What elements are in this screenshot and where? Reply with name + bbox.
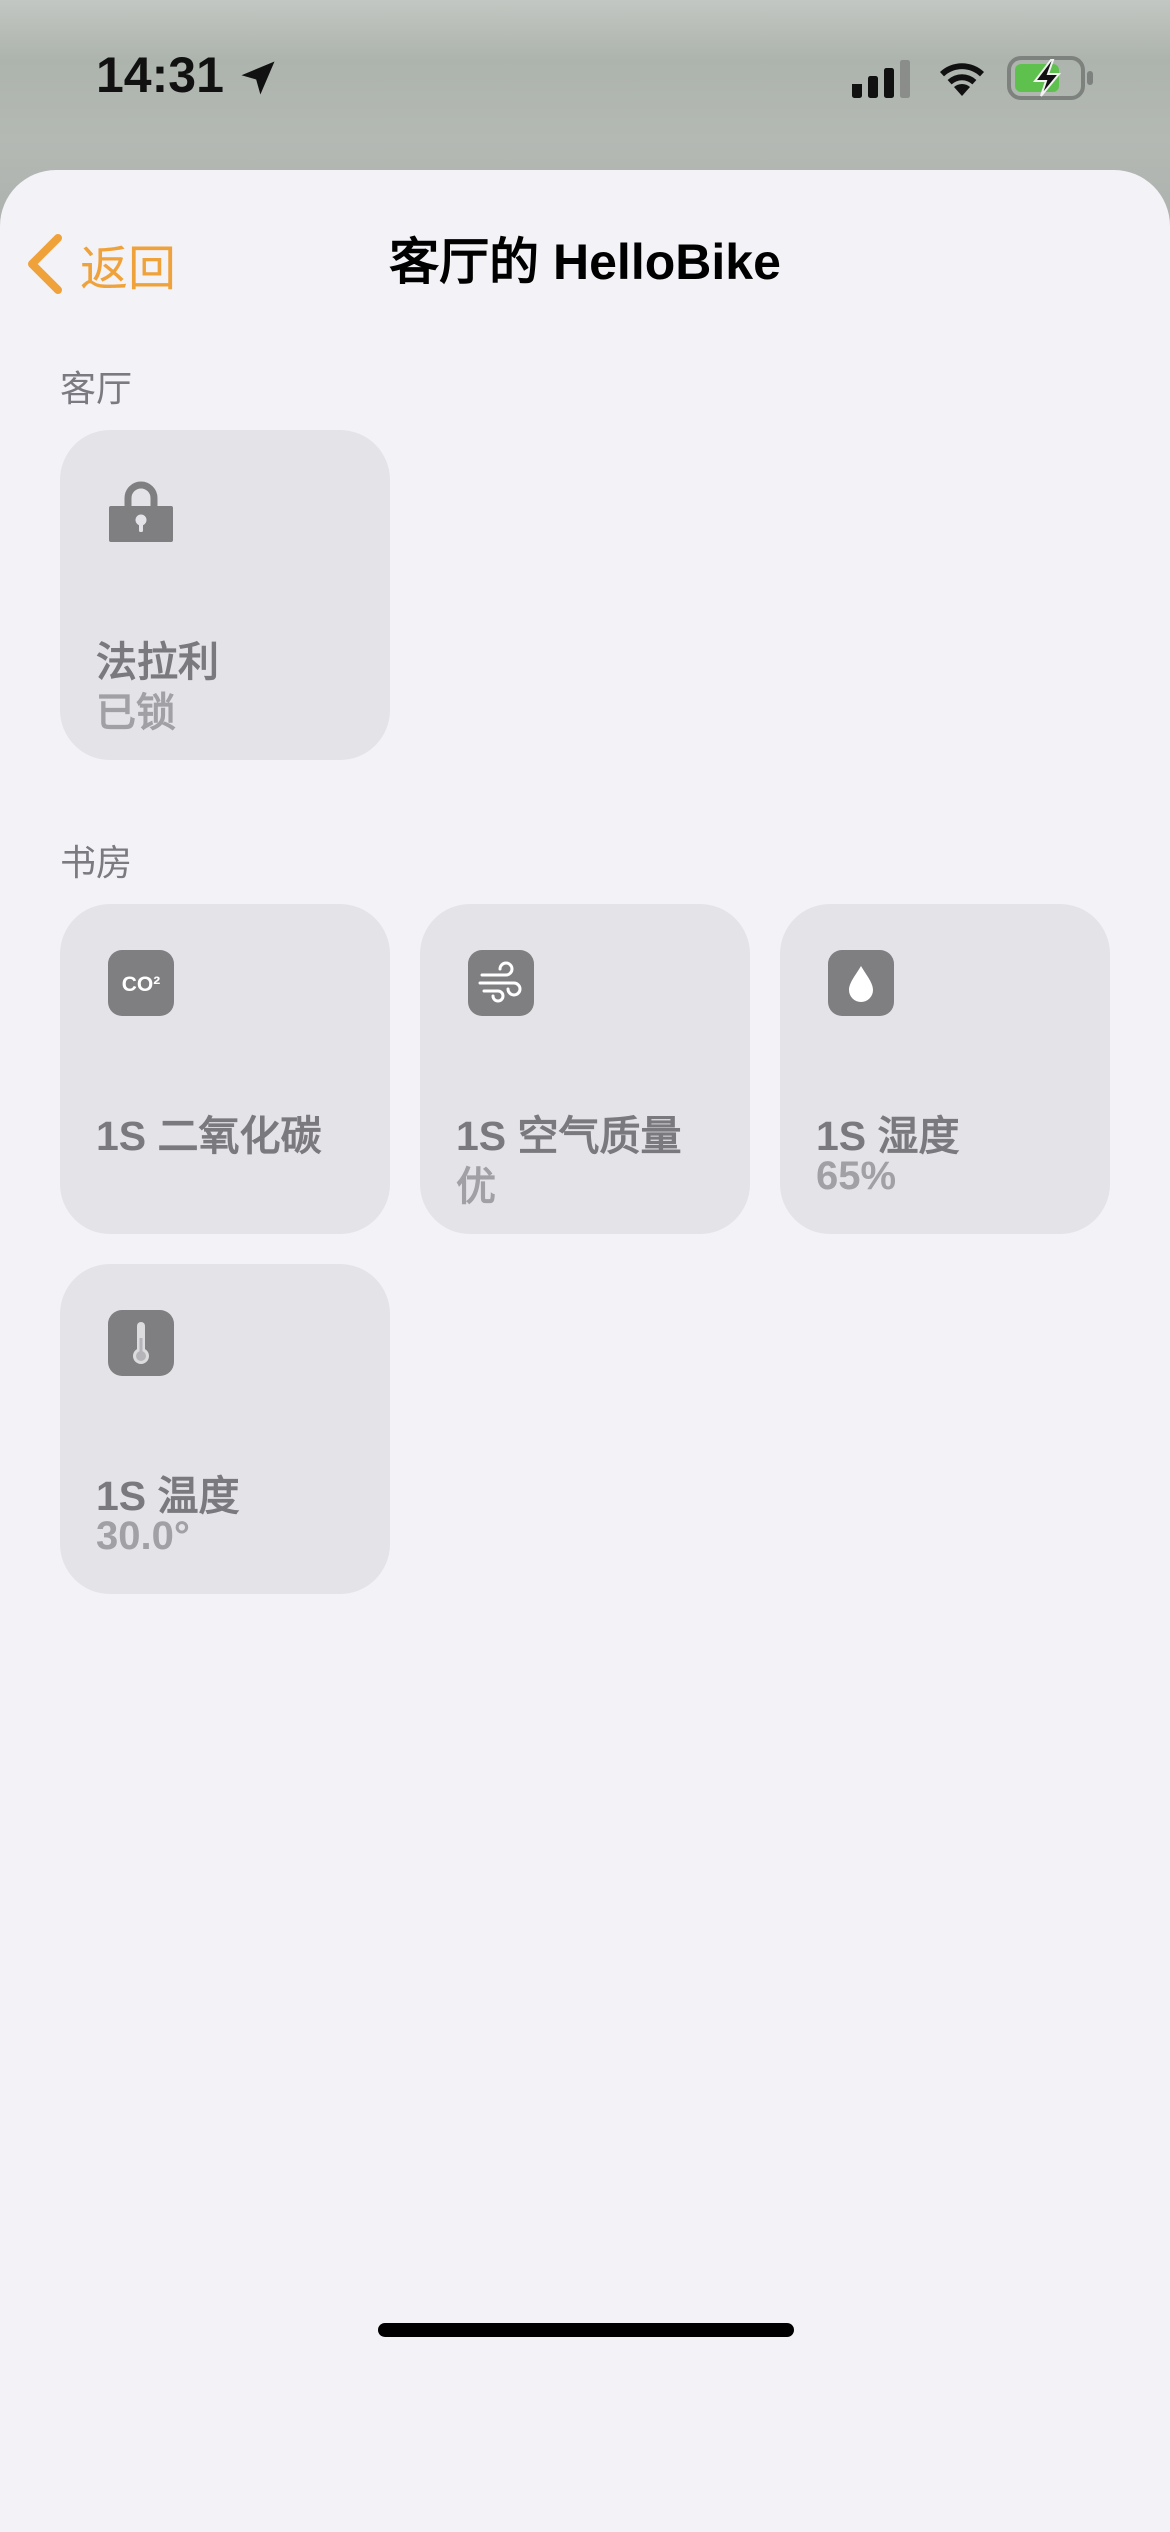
accessory-tile-co2[interactable]: CO² 1S 二氧化碳: [60, 904, 390, 1234]
accessory-tile-air-quality[interactable]: 1S 空气质量 优: [420, 904, 750, 1234]
tile-name: 1S 湿度: [816, 1113, 960, 1159]
location-arrow-icon: [241, 61, 275, 95]
tile-status: 已锁: [96, 691, 176, 735]
accessory-sheet: 返回 客厅的 HelloBike 客厅 法拉利 已锁 书房 CO² 1S 二氧化…: [0, 170, 1170, 2532]
accessory-tile-lock[interactable]: 法拉利 已锁: [60, 430, 390, 760]
air-quality-icon: [468, 950, 534, 1016]
cellular-signal-icon: [852, 60, 910, 98]
tile-status: 30.0°: [96, 1514, 190, 1558]
thermometer-icon: [108, 1310, 174, 1376]
tile-name: 1S 温度: [96, 1473, 240, 1519]
section-header-living-room: 客厅: [60, 368, 133, 409]
battery-charging-icon: [1007, 56, 1093, 100]
page-title: 客厅的 HelloBike: [389, 234, 781, 290]
tile-name: 1S 二氧化碳: [96, 1113, 322, 1159]
section-header-study: 书房: [60, 842, 133, 883]
status-time: 14:31: [96, 47, 224, 103]
lock-icon: [108, 476, 174, 542]
tile-name: 1S 空气质量: [456, 1113, 682, 1159]
co2-icon: CO²: [108, 950, 174, 1016]
tile-status: 优: [456, 1165, 496, 1209]
home-indicator[interactable]: [378, 2323, 794, 2337]
accessory-tile-humidity[interactable]: 1S 湿度 65%: [780, 904, 1110, 1234]
svg-text:CO²: CO²: [122, 973, 161, 996]
accessory-tile-temperature[interactable]: 1S 温度 30.0°: [60, 1264, 390, 1594]
tile-status: 65%: [816, 1154, 897, 1198]
wifi-icon: [940, 63, 984, 96]
humidity-icon: [828, 950, 894, 1016]
tile-name: 法拉利: [96, 639, 219, 685]
status-bar: 14:31: [0, 0, 1170, 160]
